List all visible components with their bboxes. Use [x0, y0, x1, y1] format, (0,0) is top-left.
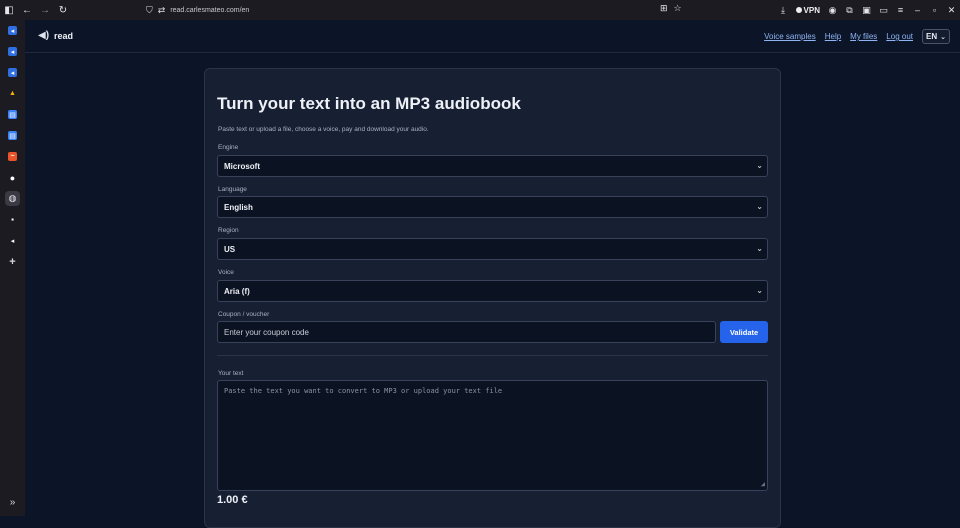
globe-icon[interactable]: ◍ [5, 191, 20, 206]
vpn-status-icon [795, 7, 802, 13]
vpn-label: VPN [803, 5, 820, 15]
screenshot-icon[interactable]: ▭ [875, 0, 892, 20]
language-value: EN [926, 32, 938, 41]
voice-value: Aria (f) [224, 286, 250, 296]
nav-voice-samples[interactable]: Voice samples [764, 32, 816, 41]
language-field-value: English [224, 202, 253, 212]
outlook-icon-3[interactable]: ◂ [8, 68, 17, 77]
speaker-logo-icon: ◀) [38, 30, 50, 41]
engine-select[interactable]: Microsoft ⌄ [217, 155, 768, 177]
validate-button[interactable]: Validate [720, 321, 768, 343]
expand-sidebar-icon[interactable]: » [0, 497, 25, 508]
minimize-icon[interactable]: – [909, 0, 926, 20]
coupon-label: Coupon / voucher [218, 311, 270, 318]
nav-my-files[interactable]: My files [850, 32, 877, 41]
chevron-down-icon: ⌄ [756, 244, 763, 253]
speaker-icon[interactable]: ◂ [8, 236, 17, 245]
vpn-button[interactable]: VPN [792, 6, 824, 15]
text-placeholder: Paste the text you want to convert to MP… [224, 387, 503, 395]
container-icon[interactable]: ▣ [858, 0, 875, 20]
forward-icon[interactable]: → [36, 0, 54, 20]
github-icon[interactable]: ● [8, 173, 17, 183]
top-nav: Voice samples Help My files Log out EN ⌄ [764, 29, 950, 44]
sidebar-toggle-icon[interactable]: ◧ [0, 0, 18, 20]
downloads-icon[interactable]: ⤓ [775, 0, 792, 20]
chevron-down-icon: ⌄ [756, 286, 763, 295]
back-icon[interactable]: ← [18, 0, 36, 20]
language-field-select[interactable]: English ⌄ [217, 196, 768, 218]
chevron-down-icon: ⌄ [756, 161, 763, 170]
coupon-input[interactable]: Enter your coupon code [217, 321, 716, 343]
voice-label: Voice [218, 269, 234, 276]
browser-toolbar: ◧ ← → ↻ ⛉ ⇄ read.carlesmateo.com/en ⊞ ☆ … [0, 0, 960, 20]
app-page: ◀) read Voice samples Help My files Log … [25, 20, 960, 528]
region-label: Region [218, 227, 239, 234]
reload-icon[interactable]: ↻ [54, 0, 72, 20]
language-label: Language [218, 186, 247, 193]
restore-icon[interactable]: ▫ [926, 0, 943, 20]
converter-card: Turn your text into an MP3 audiobook Pas… [204, 68, 781, 528]
price: 1.00 € [217, 494, 248, 506]
docs-icon[interactable]: ▤ [8, 110, 17, 119]
site-permissions-icon[interactable]: ⇄ [158, 5, 166, 16]
chevron-down-icon: ⌄ [756, 202, 763, 211]
engine-label: Engine [218, 144, 239, 151]
nav-log-out[interactable]: Log out [886, 32, 913, 41]
reader-icon[interactable]: ▪ [8, 215, 17, 224]
google-drive-icon[interactable]: ▲ [8, 89, 17, 98]
page-title: Turn your text into an MP3 audiobook [217, 94, 521, 113]
region-value: US [224, 244, 236, 254]
menu-icon[interactable]: ≡ [892, 0, 909, 20]
language-select[interactable]: EN ⌄ [922, 29, 950, 44]
nav-help[interactable]: Help [825, 32, 841, 41]
text-input[interactable]: Paste the text you want to convert to MP… [217, 380, 768, 491]
reader-view-icon[interactable]: ⊞ [660, 3, 668, 14]
app-header: ◀) read Voice samples Help My files Log … [25, 20, 960, 53]
account-icon[interactable]: ◉ [824, 0, 841, 20]
logo[interactable]: ◀) read [38, 30, 73, 41]
extensions-icon[interactable]: ⧉ [841, 0, 858, 20]
voice-select[interactable]: Aria (f) ⌄ [217, 280, 768, 302]
add-panel-icon[interactable]: + [8, 256, 17, 268]
coupon-placeholder: Enter your coupon code [224, 327, 309, 337]
chevron-down-icon: ⌄ [940, 33, 946, 41]
url-bar[interactable]: ⛉ ⇄ read.carlesmateo.com/en [146, 3, 249, 17]
region-select[interactable]: US ⌄ [217, 238, 768, 260]
page-subtitle: Paste text or upload a file, choose a vo… [218, 126, 429, 133]
logo-text: read [54, 30, 74, 41]
divider [217, 355, 768, 356]
docs-icon-2[interactable]: ▤ [8, 131, 17, 140]
browser-sidebar: ◂ ◂ ◂ ▲ ▤ ▤ ~ ● ◍ ▪ ◂ + » [0, 20, 25, 516]
shield-icon: ⛉ [146, 4, 153, 15]
text-label: Your text [218, 370, 244, 377]
url-text: read.carlesmateo.com/en [170, 6, 250, 14]
bookmark-star-icon[interactable]: ☆ [674, 3, 682, 14]
outlook-icon[interactable]: ◂ [8, 26, 17, 35]
resize-handle-icon[interactable]: ◢ [761, 480, 765, 488]
close-icon[interactable]: ✕ [943, 0, 960, 20]
app-icon-orange[interactable]: ~ [8, 152, 17, 161]
engine-value: Microsoft [224, 161, 260, 171]
outlook-icon-2[interactable]: ◂ [8, 47, 17, 56]
